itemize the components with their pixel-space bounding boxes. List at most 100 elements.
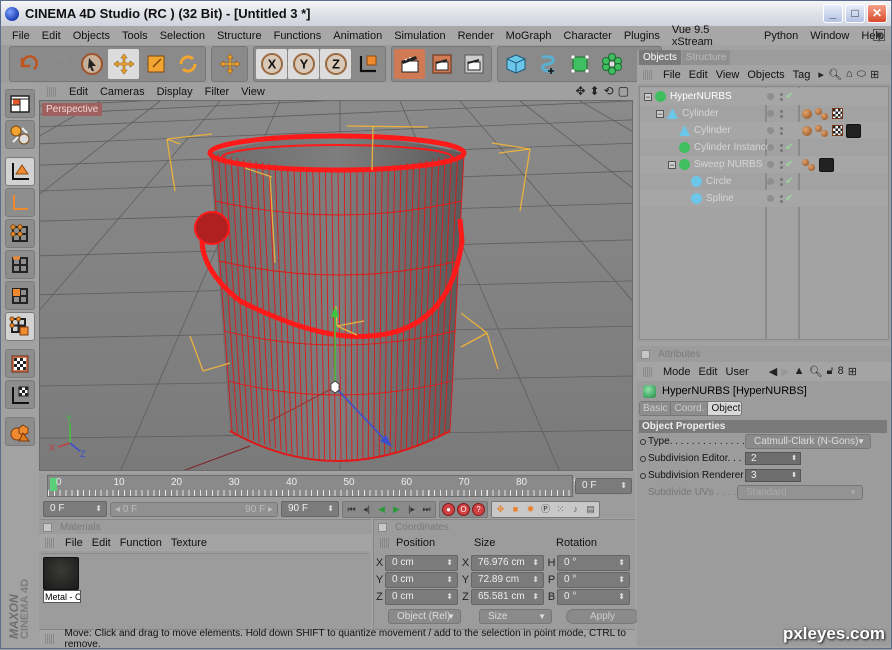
tab-objects[interactable]: Objects: [639, 50, 681, 65]
pan-view-icon[interactable]: ✥: [575, 84, 585, 98]
live-selection-button[interactable]: [76, 49, 107, 79]
panel-toggle[interactable]: [378, 522, 387, 532]
cube-button[interactable]: [500, 49, 531, 79]
object-name[interactable]: Cylinder: [694, 125, 731, 136]
enabled-check-icon[interactable]: ✔: [785, 91, 793, 102]
objects-menu-file[interactable]: File: [661, 69, 687, 81]
position-field[interactable]: 0 cm ⬍: [385, 571, 458, 588]
position-field[interactable]: 0 cm ⬍: [385, 554, 458, 571]
menu-character[interactable]: Character: [559, 30, 619, 42]
home-icon[interactable]: ⌂: [846, 68, 853, 81]
keyframe-selection-icon[interactable]: ?: [472, 502, 485, 516]
animation-radio-icon[interactable]: [640, 472, 646, 479]
editor-visibility-dot[interactable]: [767, 178, 774, 185]
parameter-key-icon[interactable]: Ⓟ: [539, 503, 552, 516]
material-tag-icon[interactable]: [819, 157, 834, 172]
make-editable-button[interactable]: [5, 120, 35, 149]
eye-icon[interactable]: ⬭: [857, 68, 866, 81]
dolly-view-icon[interactable]: ⬍: [590, 84, 600, 98]
play-backwards-icon[interactable]: ◀: [375, 503, 388, 516]
search-icon[interactable]: 🔍︎: [809, 365, 823, 378]
model-mode-button[interactable]: [5, 157, 35, 186]
materials-menu-function[interactable]: Function: [118, 537, 169, 549]
compositing-tag-icon[interactable]: [802, 158, 816, 171]
redo-button[interactable]: [44, 49, 75, 79]
render-visibility-dots[interactable]: [780, 109, 783, 118]
menu-functions[interactable]: Functions: [269, 30, 329, 42]
editor-visibility-dot[interactable]: [767, 93, 774, 100]
timeline-ruler[interactable]: 0102030405060708090: [47, 475, 585, 497]
link-icon[interactable]: 8: [838, 365, 844, 378]
primitives-button[interactable]: [5, 417, 35, 446]
scale-button[interactable]: [140, 49, 171, 79]
menu-plugins[interactable]: Plugins: [619, 30, 667, 42]
sound-icon[interactable]: ♪: [569, 503, 582, 516]
viewport-menu-view[interactable]: View: [237, 86, 273, 98]
editor-visibility-dot[interactable]: [767, 127, 774, 134]
search-icon[interactable]: 🔍︎: [828, 68, 842, 81]
y-axis-lock-button[interactable]: Y: [288, 49, 319, 79]
grip-handle[interactable]: [47, 86, 57, 97]
property-dropdown[interactable]: Catmull-Clark (N-Gons) ▼: [745, 434, 871, 449]
grip-handle[interactable]: [643, 366, 653, 377]
next-key-icon[interactable]: |▸: [405, 503, 418, 516]
position-key-icon[interactable]: ✥: [494, 503, 507, 516]
viewport-camera-label[interactable]: Perspective: [42, 103, 103, 116]
editor-visibility-dot[interactable]: [767, 144, 774, 151]
polygons-mode-button[interactable]: [5, 281, 35, 310]
attributes-menu-edit[interactable]: Edit: [697, 366, 724, 378]
new-window-icon[interactable]: ⊞: [848, 365, 857, 378]
material-swatch[interactable]: [43, 557, 79, 590]
menu-edit[interactable]: Edit: [37, 30, 68, 42]
grip-handle[interactable]: [45, 633, 55, 644]
phong-tag-icon[interactable]: [802, 125, 812, 136]
object-tree[interactable]: − HyperNURBS ✔ − Cylinder Cylinder Cylinder In…: [639, 86, 889, 340]
object-name[interactable]: Spline: [706, 193, 734, 204]
previous-key-icon[interactable]: ◂|: [360, 503, 373, 516]
layout-button[interactable]: [5, 89, 35, 118]
render-picture-viewer-button[interactable]: [426, 49, 457, 79]
render-visibility-dots[interactable]: [780, 92, 783, 101]
position-field[interactable]: 0 cm ⬍: [385, 588, 458, 605]
rotation-field[interactable]: 0 ° ⬍: [557, 588, 630, 605]
object-name[interactable]: Cylinder Instance: [694, 142, 771, 153]
texture-tag-icon[interactable]: [832, 125, 843, 136]
menu-animation[interactable]: Animation: [328, 30, 389, 42]
render-view-button[interactable]: [394, 49, 425, 79]
grip-handle[interactable]: [643, 69, 653, 80]
menu-window[interactable]: Window: [805, 30, 856, 42]
object-name[interactable]: HyperNURBS: [670, 91, 732, 102]
lock-icon[interactable]: 🔓︎: [827, 365, 834, 378]
perspective-viewport[interactable]: Y X Z Perspective: [39, 100, 633, 471]
material-label[interactable]: Metal - C: [43, 590, 81, 603]
enabled-check-icon[interactable]: ✔: [785, 176, 793, 187]
enabled-check-icon[interactable]: ✔: [785, 193, 793, 204]
viewport-menu-edit[interactable]: Edit: [65, 86, 96, 98]
menu-mograph[interactable]: MoGraph: [501, 30, 559, 42]
rotate-button[interactable]: [172, 49, 203, 79]
tree-row[interactable]: − HyperNURBS ✔: [640, 88, 888, 105]
uvw-mode-button[interactable]: [5, 312, 35, 341]
compositing-tag-icon[interactable]: [815, 124, 829, 137]
record-active-objects-icon[interactable]: ●: [442, 502, 455, 516]
bucket-cylinder[interactable]: [207, 133, 467, 462]
move-tool-button[interactable]: [214, 49, 245, 79]
viewport-menu-filter[interactable]: Filter: [201, 86, 237, 98]
maximize-view-icon[interactable]: ▢: [618, 84, 629, 98]
size-mode-dropdown[interactable]: Size ▼: [479, 609, 552, 624]
size-field[interactable]: 72.89 cm ⬍: [471, 571, 544, 588]
tab-structure[interactable]: Structure: [681, 50, 731, 65]
points-mode-button[interactable]: [5, 219, 35, 248]
tree-row[interactable]: Spline ✔: [640, 190, 888, 207]
timeline-icon[interactable]: ▤: [584, 503, 597, 516]
maximize-button[interactable]: □: [845, 4, 865, 23]
close-button[interactable]: ✕: [867, 4, 887, 23]
edges-mode-button[interactable]: [5, 250, 35, 279]
min-frame-field[interactable]: 0 F ⬍: [43, 501, 107, 517]
menu-tools[interactable]: Tools: [117, 30, 155, 42]
property-number-field[interactable]: 3 ⬍: [745, 469, 801, 482]
property-number-field[interactable]: 2 ⬍: [745, 452, 801, 465]
panel-toggle[interactable]: [641, 349, 650, 359]
current-frame-field[interactable]: 0 F ⬍: [575, 478, 632, 494]
undo-button[interactable]: [12, 49, 43, 79]
